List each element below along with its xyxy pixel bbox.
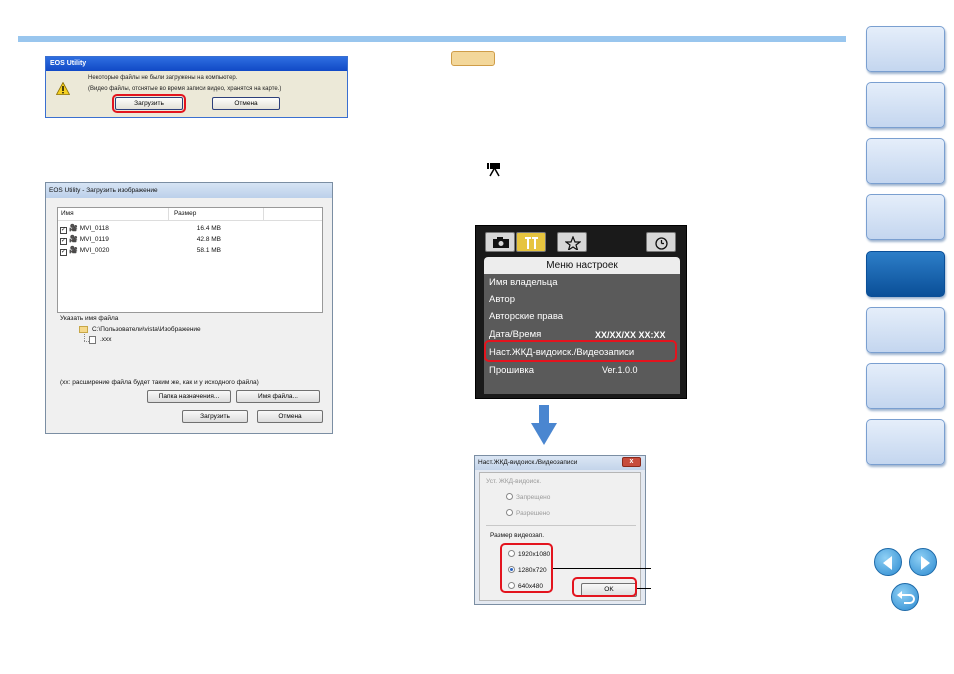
dialog-message-detail: (Видео файлы, отснятые во время записи в…: [88, 86, 282, 92]
nav-tab-2[interactable]: [866, 82, 945, 128]
return-icon: [897, 591, 915, 604]
download-button[interactable]: Загрузить: [182, 410, 248, 423]
tab-shooting[interactable]: [485, 232, 515, 252]
nav-tab-4[interactable]: [866, 194, 945, 240]
file-size: 42.8 MB: [196, 236, 221, 243]
menu-item-author[interactable]: Автор: [489, 294, 515, 305]
star-icon: [565, 236, 581, 250]
close-icon[interactable]: x: [622, 457, 641, 467]
column-header-name[interactable]: Имя: [61, 208, 74, 220]
warning-icon: [56, 82, 70, 95]
dialog-message: Некоторые файлы не были загружены на ком…: [88, 75, 238, 81]
download-button-highlight: [112, 94, 186, 113]
file-size: 58.1 MB: [196, 247, 221, 254]
arrow-down-icon: [531, 405, 557, 445]
dialog-title: EOS Utility: [46, 57, 347, 71]
cancel-button[interactable]: Отмена: [257, 410, 323, 423]
menu-item-copyright[interactable]: Авторские права: [489, 311, 563, 322]
menu-item-highlight: [484, 340, 677, 362]
dialog-title: EOS Utility - Загрузить изображение: [46, 183, 332, 198]
file-name: MVI_0119: [79, 236, 109, 243]
note-tag: [451, 51, 495, 66]
camera-icon: [493, 237, 509, 248]
filename-button[interactable]: Имя файла...: [236, 390, 320, 403]
file-icon: [89, 336, 96, 344]
file-row[interactable]: ✓ 🎥 MVI_0118 16.4 MB: [60, 224, 221, 234]
tab-other[interactable]: [646, 232, 676, 252]
lcd-option-disabled[interactable]: Запрещено: [506, 493, 550, 501]
download-warning-dialog: EOS Utility Некоторые файлы не были загр…: [45, 56, 348, 118]
tab-my-menu[interactable]: [557, 232, 587, 252]
ok-button-highlight: [572, 577, 637, 597]
size-options-highlight: [500, 543, 553, 593]
nav-tab-6[interactable]: [866, 307, 945, 353]
column-header-size[interactable]: Размер: [174, 208, 196, 220]
destination-folder-button[interactable]: Папка назначения...: [147, 390, 231, 403]
callout-line-size: [553, 568, 651, 569]
return-button[interactable]: [891, 583, 919, 611]
nav-tab-5-active[interactable]: [866, 251, 945, 297]
file-name: MVI_0118: [79, 225, 109, 232]
next-page-button[interactable]: [909, 548, 937, 576]
filename-label: Указать имя файла: [60, 315, 119, 322]
firmware-value: Ver.1.0.0: [602, 365, 638, 375]
movie-icon: 🎥: [69, 225, 78, 232]
arrow-right-icon: [921, 556, 930, 570]
dialog-title: Наст.ЖКД-видоиск./Видеозаписи: [475, 456, 645, 470]
file-size: 16.4 MB: [196, 225, 221, 232]
folder-path: C:\Пользователи\vista\Изображение: [92, 326, 201, 333]
file-list[interactable]: Имя Размер ✓ 🎥 MVI_0118 16.4 MB ✓ 🎥 MVI_0119…: [57, 207, 323, 313]
download-images-dialog: EOS Utility - Загрузить изображение Имя …: [45, 182, 333, 434]
menu-header: Меню настроек: [484, 257, 680, 274]
extension-note: (xx: расширение файла будет таким же, ка…: [60, 379, 259, 386]
movie-icon: 🎥: [69, 247, 78, 254]
camera-settings-menu: Меню настроек Имя владельца Автор Авторс…: [475, 225, 687, 399]
movie-mode-icon: [487, 163, 500, 177]
radio-icon: [506, 493, 513, 500]
menu-item-datetime[interactable]: Дата/Время: [489, 329, 541, 340]
top-divider-bar: [18, 36, 846, 42]
cancel-button[interactable]: Отмена: [212, 97, 280, 110]
file-checkbox[interactable]: ✓: [60, 238, 67, 245]
file-row[interactable]: ✓ 🎥 MVI_0119 42.8 MB: [60, 235, 221, 245]
nav-tab-3[interactable]: [866, 138, 945, 184]
menu-list: Имя владельца Автор Авторские права Дата…: [484, 274, 680, 394]
menu-item-owner[interactable]: Имя владельца: [489, 277, 558, 288]
file-name: MVI_0020: [79, 247, 110, 254]
lcd-group-label: Уст. ЖКД-видоиск.: [486, 478, 542, 485]
radio-icon: [506, 509, 513, 516]
nav-tab-7[interactable]: [866, 363, 945, 409]
menu-item-firmware[interactable]: Прошивка: [489, 365, 534, 376]
file-checkbox[interactable]: ✓: [60, 227, 67, 234]
arrow-left-icon: [883, 556, 892, 570]
prev-page-button[interactable]: [874, 548, 902, 576]
file-pattern: .xxx: [100, 336, 112, 343]
tools-icon: [525, 237, 538, 249]
file-checkbox[interactable]: ✓: [60, 249, 67, 256]
file-row[interactable]: ✓ 🎥 MVI_0020 58.1 MB: [60, 246, 221, 256]
size-group-label: Размер видеозап.: [490, 532, 545, 539]
datetime-value: XX/XX/XX XX:XX: [595, 330, 666, 340]
nav-tab-8[interactable]: [866, 419, 945, 465]
folder-icon: [79, 326, 88, 333]
timer-icon: [655, 237, 668, 250]
nav-tab-1[interactable]: [866, 26, 945, 72]
lcd-option-enabled[interactable]: Разрешено: [506, 509, 550, 517]
callout-line-ok: [637, 588, 651, 589]
tab-setup[interactable]: [516, 232, 546, 252]
movie-icon: 🎥: [69, 236, 78, 243]
